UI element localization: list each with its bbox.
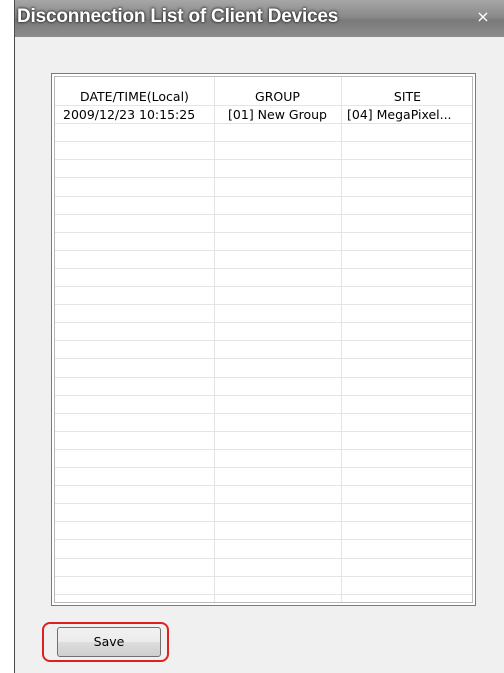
column-header-group[interactable]: GROUP	[214, 87, 341, 107]
row-line	[55, 268, 472, 269]
window-title: Disconnection List of Client Devices	[17, 6, 339, 27]
save-button[interactable]: Save	[57, 627, 161, 657]
row-line	[55, 322, 472, 323]
row-line	[55, 141, 472, 142]
dialog-window: Disconnection List of Client Devices × D…	[14, 0, 504, 673]
row-line	[55, 503, 472, 504]
row-line	[55, 485, 472, 486]
row-line	[55, 286, 472, 287]
row-line	[55, 539, 472, 540]
row-line	[55, 449, 472, 450]
row-line	[55, 358, 472, 359]
disconnection-list-table[interactable]: DATE/TIME(Local) GROUP SITE 2009/12/23 1…	[51, 73, 476, 606]
table-cell-datetime[interactable]: 2009/12/23 10:15:25	[55, 105, 214, 125]
row-line	[55, 594, 472, 595]
row-line	[55, 177, 472, 178]
row-line	[55, 123, 472, 124]
row-line	[55, 467, 472, 468]
title-bar[interactable]: Disconnection List of Client Devices ×	[15, 0, 504, 37]
row-line	[55, 232, 472, 233]
row-line	[55, 159, 472, 160]
row-line	[55, 395, 472, 396]
close-icon[interactable]: ×	[463, 3, 503, 31]
table-cell-site[interactable]: [04] MegaPixel...	[341, 105, 474, 125]
row-line	[55, 576, 472, 577]
row-line	[55, 304, 472, 305]
row-line	[55, 558, 472, 559]
row-line	[55, 250, 472, 251]
row-line	[55, 196, 472, 197]
table-cell-group[interactable]: [01] New Group	[214, 105, 341, 125]
row-line	[55, 413, 472, 414]
row-line	[55, 214, 472, 215]
row-line	[55, 521, 472, 522]
table-body: DATE/TIME(Local) GROUP SITE 2009/12/23 1…	[54, 76, 473, 603]
column-header-site[interactable]: SITE	[341, 87, 474, 107]
row-line	[55, 431, 472, 432]
row-line	[55, 340, 472, 341]
row-line	[55, 377, 472, 378]
column-header-datetime[interactable]: DATE/TIME(Local)	[55, 87, 214, 107]
row-line	[55, 105, 472, 106]
